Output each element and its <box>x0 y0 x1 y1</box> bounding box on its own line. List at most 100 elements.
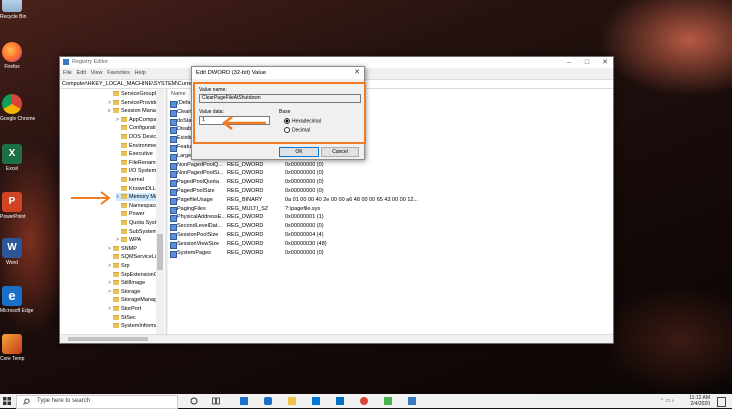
desktop-icon-word[interactable]: W Word <box>0 238 24 266</box>
menu-edit[interactable]: Edit <box>77 69 86 78</box>
tree-scrollbar[interactable] <box>156 89 164 334</box>
value-row[interactable]: NonPagedPoolSi... REG_DWORD 0x00000000 (0) <box>168 169 613 179</box>
tree-node[interactable]: Configurati <box>116 124 156 132</box>
folder-icon <box>121 159 127 165</box>
maximize-button[interactable]: □ <box>578 58 596 67</box>
tree-node[interactable]: > Memory Ma <box>116 193 159 202</box>
desktop-icon-chrome[interactable]: Google Chrome <box>0 94 35 122</box>
tree-node[interactable]: Environmen <box>116 142 158 150</box>
tree-node[interactable]: StorageManag <box>108 296 157 304</box>
tree-node[interactable]: > ServiceProvide <box>108 99 158 107</box>
scrollbar-thumb[interactable] <box>157 234 163 270</box>
tree-node[interactable]: I/O System <box>116 167 156 175</box>
tree-node-label: Environmen <box>129 142 159 149</box>
tree-node[interactable]: > Srp <box>108 262 130 270</box>
ok-button[interactable]: OK <box>279 147 319 157</box>
value-row[interactable]: SecondLevelDat... REG_DWORD 0x00000000 (0) <box>168 222 613 232</box>
desktop-icon-core-temp[interactable]: Core Temp <box>0 334 24 362</box>
cancel-button[interactable]: Cancel <box>321 147 359 157</box>
notification-icon[interactable] <box>717 397 726 407</box>
tree-node-label: StorageManag <box>121 297 158 304</box>
tree-node[interactable]: FileRenamo <box>116 159 159 167</box>
value-row[interactable]: SessionPoolSize REG_DWORD 0x00000004 (4) <box>168 231 613 240</box>
tree-node-label: KnownDLLs <box>129 185 159 192</box>
regedit-taskbar-icon[interactable] <box>408 397 416 405</box>
mail-icon[interactable] <box>336 397 344 405</box>
desktop-icon-excel[interactable]: X Excel <box>0 144 24 172</box>
tree-node[interactable]: > SNMP <box>108 245 137 253</box>
task-view-icon[interactable] <box>212 397 220 405</box>
desktop-icon-label: Core Temp <box>0 356 25 362</box>
tree-node[interactable]: SQMServiceLis <box>108 253 159 261</box>
tree-node-label: Session Manag <box>121 108 159 115</box>
store-icon[interactable] <box>312 397 320 405</box>
desktop-icon-recycle-bin[interactable]: Recycle Bin <box>0 0 26 20</box>
value-row[interactable]: PagedPoolQuota REG_DWORD 0x00000000 (0) <box>168 178 613 188</box>
menu-favorites[interactable]: Favorites <box>107 69 130 78</box>
tree-node[interactable]: kernel <box>116 176 144 184</box>
value-row[interactable]: PagedPoolSize REG_DWORD 0x00000000 (0) <box>168 187 613 196</box>
tree-node[interactable]: Executive <box>116 150 153 158</box>
tree-node[interactable]: SystemInforma <box>108 322 158 330</box>
desktop-icon-label: Microsoft Edge <box>0 308 34 314</box>
desktop-icon-firefox[interactable]: Firefox <box>0 42 24 70</box>
pane-splitter[interactable] <box>165 89 167 334</box>
value-name: NonPagedPoolQ... <box>177 161 223 168</box>
folder-icon <box>113 271 119 277</box>
taskbar: Type here to search ⌃ ▭ ♪ 11:12 AM 2/4/2… <box>0 394 732 409</box>
value-row[interactable]: PagefileUsage REG_BINARY 0a 01 00 00 40 2e… <box>168 196 613 205</box>
desktop-icon-edge[interactable]: e Microsoft Edge <box>0 286 34 314</box>
tree-node[interactable]: > WPA <box>116 236 141 244</box>
app-taskbar-icon[interactable] <box>384 397 392 405</box>
menu-help[interactable]: Help <box>135 69 146 78</box>
tree-node-label: kernel <box>129 177 144 183</box>
horizontal-scrollbar[interactable] <box>60 334 613 343</box>
desktop-icon-label: Word <box>6 260 18 266</box>
value-row[interactable]: PhysicalAddressE... REG_DWORD 0x00000001 (… <box>168 213 613 223</box>
chrome-taskbar-icon[interactable] <box>360 397 368 405</box>
tree-node[interactable]: Quota Syste <box>116 219 159 227</box>
column-header-name[interactable]: Name <box>171 91 186 97</box>
menu-file[interactable]: File <box>63 69 72 78</box>
close-button[interactable]: ✕ <box>596 58 613 67</box>
tree-node[interactable]: ServiceGroupO <box>108 90 159 98</box>
tree-node[interactable]: > Storage <box>108 288 140 296</box>
tree-node[interactable]: > StillImage <box>108 279 145 287</box>
dialog-close-icon[interactable]: ✕ <box>354 68 360 76</box>
value-data: 0x00000000 (0) <box>285 161 324 168</box>
powerpoint-icon: P <box>2 192 22 212</box>
tree-node-label: FileRenamo <box>129 159 159 166</box>
search-placeholder: Type here to search <box>37 398 91 404</box>
taskbar-search-box[interactable]: Type here to search <box>16 395 178 409</box>
value-type: REG_DWORD <box>227 223 264 230</box>
tree-node[interactable]: > StorPort <box>108 305 141 313</box>
tree-node[interactable]: StSec <box>108 314 136 322</box>
tree-node[interactable]: > AppCompa <box>116 116 157 124</box>
value-row[interactable]: SystemPages REG_DWORD 0x00000000 (0) <box>168 249 613 258</box>
edge-taskbar-icon[interactable] <box>264 397 272 405</box>
cortana-icon[interactable] <box>190 397 198 405</box>
tree-node[interactable]: KnownDLLs <box>116 185 159 193</box>
value-name: PagedPoolSize <box>177 188 215 194</box>
tree-node[interactable]: DOS Device <box>116 133 159 141</box>
scrollbar-thumb[interactable] <box>68 337 148 341</box>
ie-taskbar-icon[interactable] <box>240 397 248 405</box>
windows-start-icon[interactable] <box>3 397 11 405</box>
value-row[interactable]: NonPagedPoolQ... REG_DWORD 0x00000000 (0) <box>168 161 613 170</box>
folder-icon <box>113 91 119 97</box>
tree-node[interactable]: SrpExtensionC <box>108 271 158 279</box>
clock-date[interactable]: 2/4/2020 <box>691 401 710 407</box>
file-explorer-icon[interactable] <box>288 397 296 405</box>
tray-icons[interactable]: ⌃ ▭ ♪ <box>660 398 674 404</box>
tree-node[interactable]: v Session Manag <box>108 107 159 115</box>
tree-node[interactable]: Power <box>116 210 145 218</box>
tree-node[interactable]: SubSystems <box>116 228 160 236</box>
desktop-icon-powerpoint[interactable]: P PowerPoint <box>0 192 26 220</box>
minimize-button[interactable]: – <box>560 58 578 67</box>
value-name: doSta <box>177 117 192 124</box>
dialog-title-bar[interactable]: Edit DWORD (32-bit) Value ✕ <box>192 67 364 79</box>
value-row[interactable]: SessionViewSize REG_DWORD 0x00000030 (48) <box>168 240 613 249</box>
menu-view[interactable]: View <box>91 69 103 78</box>
arrow-annotation-icon <box>71 191 111 205</box>
value-row[interactable]: PagingFiles REG_MULTI_SZ ?:\pagefile.sys <box>168 205 613 214</box>
